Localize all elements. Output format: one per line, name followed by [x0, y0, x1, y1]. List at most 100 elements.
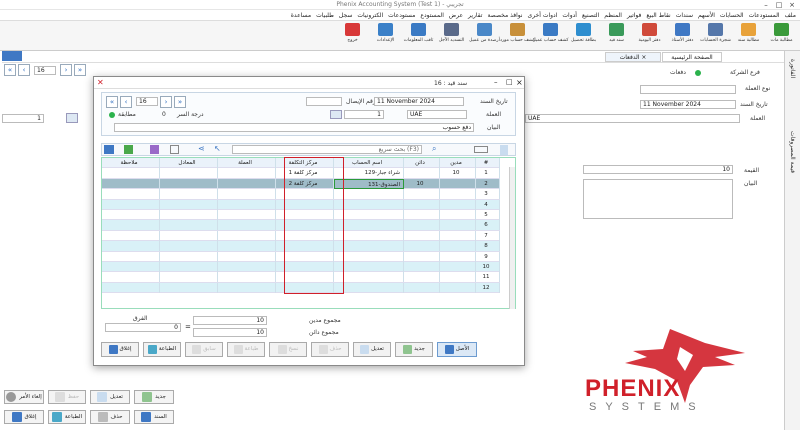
grid-cell-currency[interactable] [218, 178, 276, 189]
dialog-minimize-icon[interactable]: – [494, 78, 498, 86]
grid-cell-n[interactable]: 1 [476, 168, 500, 179]
grid-cell-eq[interactable] [160, 220, 218, 231]
search-icon[interactable]: ⌕ [432, 144, 436, 154]
grid-cell-credit[interactable] [404, 262, 440, 272]
grid-cell-note[interactable] [102, 251, 160, 262]
menu-item[interactable]: مساعدة [291, 12, 311, 19]
grid-cell-currency[interactable] [218, 168, 276, 179]
maximize-icon[interactable]: □ [773, 0, 785, 10]
grid-cell-currency[interactable] [218, 220, 276, 231]
grid-cell-debit[interactable] [440, 178, 476, 189]
share-icon[interactable]: ⋖ [198, 144, 205, 153]
dlg-cancel-button[interactable]: سابق [185, 342, 223, 357]
grid-cell-eq[interactable] [160, 282, 218, 293]
grid-cell-n[interactable]: 4 [476, 199, 500, 210]
dlg-last-icon[interactable]: » [174, 96, 186, 108]
grid-cell-debit[interactable] [440, 230, 476, 241]
menu-item[interactable]: نقاط البيع [646, 12, 670, 19]
grid-cell-n[interactable]: 5 [476, 210, 500, 220]
menu-item[interactable]: فواتير [627, 12, 641, 19]
dlg-delete-button[interactable]: نسخ [269, 342, 307, 357]
grid-cell-note[interactable] [102, 282, 160, 293]
grid-header-debit[interactable]: مدين [440, 158, 476, 168]
grid-header-n[interactable]: # [476, 158, 500, 168]
menu-item[interactable]: تقارير [468, 12, 482, 19]
receipt-field[interactable] [306, 97, 342, 106]
grid-cell-credit[interactable] [404, 282, 440, 293]
grid-cell-eq[interactable] [160, 251, 218, 262]
menu-item[interactable]: التصنيع [582, 12, 599, 19]
grid-cell-account[interactable] [334, 262, 404, 272]
grid-cell-n[interactable]: 6 [476, 220, 500, 231]
grid-cell-n[interactable]: 2 [476, 178, 500, 189]
toolbar-button[interactable]: مطالبة مات [765, 21, 798, 51]
grid-cell-currency[interactable] [218, 262, 276, 272]
dlg-date-field[interactable]: 11 November 2024 [374, 97, 464, 106]
grid-cell-debit[interactable] [440, 251, 476, 262]
bottom-save-button[interactable]: حفظ [48, 390, 86, 404]
grid-cell-n[interactable]: 8 [476, 241, 500, 252]
menu-item[interactable]: أدوات [562, 12, 577, 19]
grid-cell-account[interactable]: 129-شراء جبار [334, 168, 404, 179]
grid-cell-currency[interactable] [218, 189, 276, 200]
prev-icon[interactable]: ‹ [18, 64, 30, 76]
copy-icon[interactable] [170, 145, 179, 154]
toolbar-button[interactable]: سند قيد [600, 21, 633, 51]
grid-cell-eq[interactable] [160, 199, 218, 210]
dlg-save-button[interactable]: طباعة [227, 342, 265, 357]
menu-item[interactable]: المستودع [420, 12, 443, 19]
dlg-next-icon[interactable]: › [160, 96, 172, 108]
side-tab-expenses[interactable]: قيمة المصروفات [789, 131, 796, 173]
bg-rate-field[interactable]: 1 [2, 114, 44, 123]
excel-icon[interactable] [124, 145, 133, 154]
grid-cell-n[interactable]: 10 [476, 262, 500, 272]
grid-cell-account[interactable] [334, 230, 404, 241]
grid-cell-account[interactable] [334, 241, 404, 252]
bottom-print-button[interactable]: الطباعة [48, 410, 86, 424]
grid-cell-debit[interactable] [440, 272, 476, 283]
grid-cell-credit[interactable]: 10 [404, 178, 440, 189]
grid-cell-note[interactable] [102, 210, 160, 220]
bg-record-number[interactable]: 16 [34, 66, 56, 75]
grid-cell-eq[interactable] [160, 272, 218, 283]
toolbar-button[interactable]: بطاقة تحصيل [567, 21, 600, 51]
menu-item[interactable]: سندات [676, 12, 693, 19]
grid-header-eq[interactable]: المعادل [160, 158, 218, 168]
grid-cell-note[interactable] [102, 220, 160, 231]
columns-icon[interactable] [150, 145, 159, 154]
keyboard-icon[interactable] [474, 146, 488, 153]
grid-header-currency[interactable]: العملة [218, 158, 276, 168]
grid-cell-account[interactable] [334, 272, 404, 283]
bg-search-icon[interactable] [66, 113, 78, 123]
grid-cell-currency[interactable] [218, 210, 276, 220]
grid-cell-account[interactable] [334, 210, 404, 220]
tab-payments[interactable]: الدفعات × [605, 52, 661, 62]
toolbar-button[interactable]: مطالبة سند [732, 21, 765, 51]
grid-header-note[interactable]: ملاحظة [102, 158, 160, 168]
grid-cell-account[interactable] [334, 282, 404, 293]
grid-cell-account[interactable] [334, 220, 404, 231]
grid-cell-n[interactable]: 3 [476, 189, 500, 200]
grid-cell-debit[interactable] [440, 210, 476, 220]
grid-cell-n[interactable]: 7 [476, 230, 500, 241]
grid-cell-note[interactable] [102, 262, 160, 272]
grid-cell-eq[interactable] [160, 189, 218, 200]
grid-cell-currency[interactable] [218, 230, 276, 241]
grid-cell-account[interactable] [334, 199, 404, 210]
dlg-currency-field[interactable]: UAE [407, 110, 467, 119]
cursor-icon[interactable]: ↖ [214, 144, 221, 153]
toolbar-button[interactable]: خروج [336, 21, 369, 51]
bg-store-field[interactable] [640, 85, 736, 94]
bottom-close-button[interactable]: إغلاق [4, 410, 44, 424]
dlg-close-button[interactable]: إغلاق [101, 342, 139, 357]
menu-item[interactable]: الأسهم [698, 12, 715, 19]
grid-cell-n[interactable]: 9 [476, 251, 500, 262]
grid-cell-note[interactable] [102, 168, 160, 179]
grid-cell-eq[interactable] [160, 168, 218, 179]
layout-icon[interactable] [2, 51, 22, 61]
bottom-voucher-button[interactable]: السند [134, 410, 174, 424]
grid-cell-note[interactable] [102, 178, 160, 189]
dlg-record-number[interactable]: 16 [136, 97, 158, 106]
dialog-maximize-icon[interactable]: □ [506, 78, 513, 86]
grid-cell-currency[interactable] [218, 199, 276, 210]
